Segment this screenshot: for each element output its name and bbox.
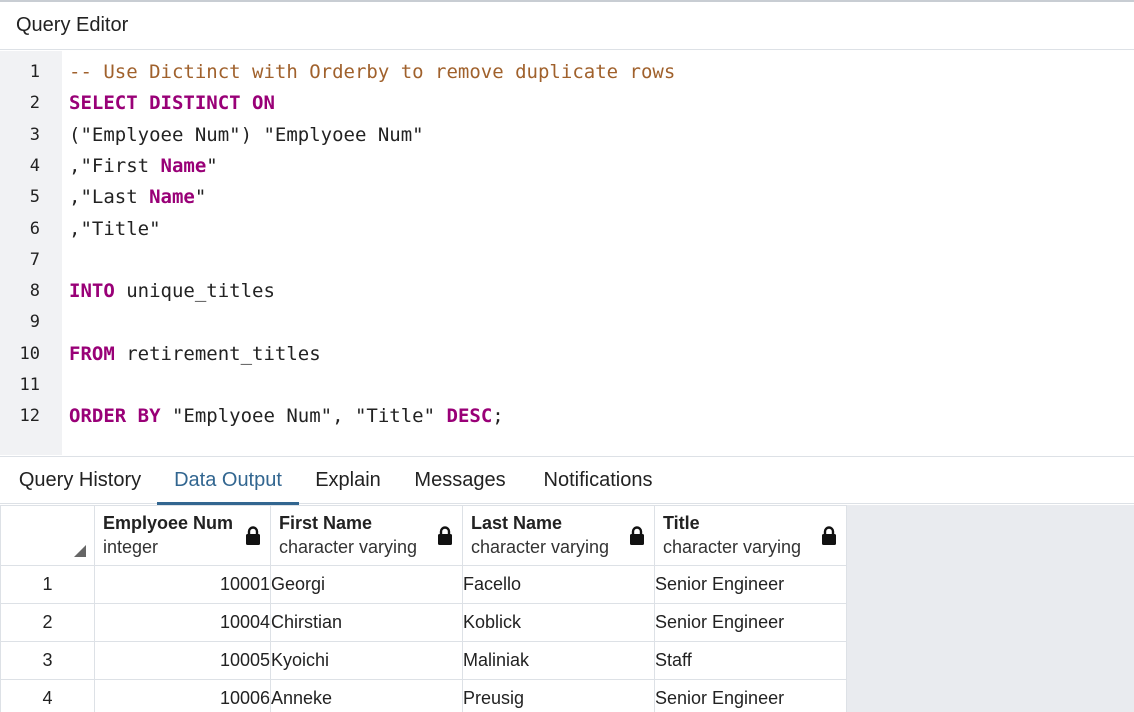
table-cell[interactable]: 10006 [94, 679, 271, 712]
line-number: 12 [19, 406, 40, 427]
row-number[interactable]: 1 [0, 565, 95, 604]
sql-comment: -- Use Dictinct with Orderby to remove d… [69, 61, 676, 83]
line-number: 2 [29, 93, 40, 114]
row-number-header[interactable] [0, 505, 95, 566]
results-tabs: Query History Data Output Explain Messag… [0, 456, 1134, 505]
line-number: 8 [29, 281, 40, 302]
table-cell[interactable]: Chirstian [270, 603, 463, 642]
column-name: First Name [279, 513, 373, 533]
tab-data-output[interactable]: Data Output [157, 457, 299, 505]
tab-notifications[interactable]: Notifications [537, 457, 659, 504]
sql-keyword: INTO [69, 280, 115, 303]
line-gutter: 1 2 3 4 5 6 7 8 9 10 11 12 [0, 51, 62, 455]
sql-keyword: SELECT DISTINCT ON [69, 92, 275, 115]
tab-query-history[interactable]: Query History [16, 457, 144, 504]
sql-text: ,"Title" [69, 217, 161, 240]
table-cell[interactable]: Facello [462, 565, 655, 604]
line-number: 1 [29, 62, 40, 82]
sql-keyword: Name [149, 186, 195, 209]
column-header[interactable]: Last Name character varying [462, 505, 655, 566]
column-name: Title [663, 513, 700, 533]
table-cell[interactable]: 10001 [94, 565, 271, 604]
table-header-row: Emplyoee Num integer First Name characte… [0, 505, 847, 566]
lock-icon [822, 526, 836, 545]
column-type: character varying [279, 537, 418, 557]
column-name: Emplyoee Num [103, 513, 234, 533]
code-line[interactable]: INTO unique_titles [69, 276, 275, 307]
line-number: 6 [29, 218, 40, 239]
column-type: character varying [663, 537, 802, 557]
lock-icon [630, 526, 644, 545]
row-number[interactable]: 2 [0, 603, 95, 642]
code-line[interactable]: FROM retirement_titles [69, 339, 321, 370]
table-cell[interactable]: Koblick [462, 603, 655, 642]
row-number[interactable]: 4 [0, 679, 95, 712]
sql-text: " [194, 186, 207, 209]
line-number: 11 [19, 375, 40, 395]
lock-icon [438, 526, 452, 545]
line-number: 10 [19, 343, 40, 364]
sql-text: " [206, 154, 218, 177]
data-output-table: Emplyoee Num integer First Name characte… [0, 505, 847, 712]
table-cell[interactable]: Senior Engineer [654, 603, 847, 642]
table-cell[interactable]: Kyoichi [270, 641, 463, 680]
line-number: 4 [29, 155, 40, 176]
query-editor-header: Query Editor [0, 0, 1134, 50]
sql-text: ,"Last [69, 186, 150, 209]
table-row[interactable]: 1 10001 Georgi Facello Senior Engineer [0, 565, 847, 604]
code-line[interactable]: ,"Last Name" [69, 182, 206, 213]
sql-editor[interactable]: 1 2 3 4 5 6 7 8 9 10 11 12 -- Use Dictinct with Ord… [0, 51, 1134, 455]
table-row[interactable]: 3 10005 Kyoichi Maliniak Staff [0, 641, 847, 680]
code-line[interactable]: ("Emplyoee Num") "Emplyoee Num" [69, 120, 424, 151]
data-output-grid-area: Emplyoee Num integer First Name characte… [0, 505, 1134, 712]
table-cell[interactable]: Maliniak [462, 641, 655, 680]
line-number: 7 [29, 249, 40, 270]
code-line[interactable]: ,"First Name" [69, 151, 218, 182]
table-row[interactable]: 4 10006 Anneke Preusig Senior Engineer [0, 679, 847, 712]
tab-explain[interactable]: Explain [313, 457, 383, 504]
lock-icon [246, 526, 260, 545]
table-cell[interactable]: Senior Engineer [654, 565, 847, 604]
sql-text: ,"First [69, 154, 161, 177]
column-type: character varying [471, 537, 610, 557]
sql-text: ; [492, 405, 504, 428]
table-cell[interactable]: Staff [654, 641, 847, 680]
column-type: integer [103, 537, 159, 557]
tab-messages[interactable]: Messages [410, 457, 510, 504]
code-line[interactable]: ORDER BY "Emplyoee Num", "Title" DESC; [69, 401, 504, 432]
table-cell[interactable]: Georgi [270, 565, 463, 604]
row-number[interactable]: 3 [0, 641, 95, 680]
sql-keyword: FROM [69, 342, 115, 365]
line-number: 5 [29, 187, 40, 208]
table-cell[interactable]: 10005 [94, 641, 271, 680]
table-row[interactable]: 2 10004 Chirstian Koblick Senior Enginee… [0, 603, 847, 642]
panel-title: Query Editor [16, 14, 129, 36]
column-name: Last Name [471, 513, 563, 533]
table-cell[interactable]: Preusig [462, 679, 655, 712]
sql-keyword: DESC [446, 405, 493, 428]
column-header[interactable]: First Name character varying [270, 505, 463, 566]
code-line[interactable]: -- Use Dictinct with Orderby to remove d… [69, 57, 675, 88]
sql-text: "Emplyoee Num", "Title" [160, 405, 447, 428]
column-header[interactable]: Emplyoee Num integer [94, 505, 271, 566]
line-number: 3 [29, 124, 40, 145]
sql-keyword: ORDER BY [69, 405, 161, 428]
table-cell[interactable]: 10004 [94, 603, 271, 642]
table-cell[interactable]: Anneke [270, 679, 463, 712]
sql-text: retirement_titles [114, 342, 321, 365]
code-line[interactable]: ,"Title" [69, 214, 161, 245]
line-number: 9 [29, 312, 40, 333]
table-cell[interactable]: Senior Engineer [654, 679, 847, 712]
code-line[interactable]: SELECT DISTINCT ON [69, 88, 275, 119]
sql-text: ("Emplyoee Num") "Emplyoee Num" [69, 123, 424, 146]
corner-triangle-icon [74, 545, 86, 557]
column-header[interactable]: Title character varying [654, 505, 847, 566]
sql-text: unique_titles [114, 280, 275, 303]
sql-keyword: Name [160, 154, 207, 177]
